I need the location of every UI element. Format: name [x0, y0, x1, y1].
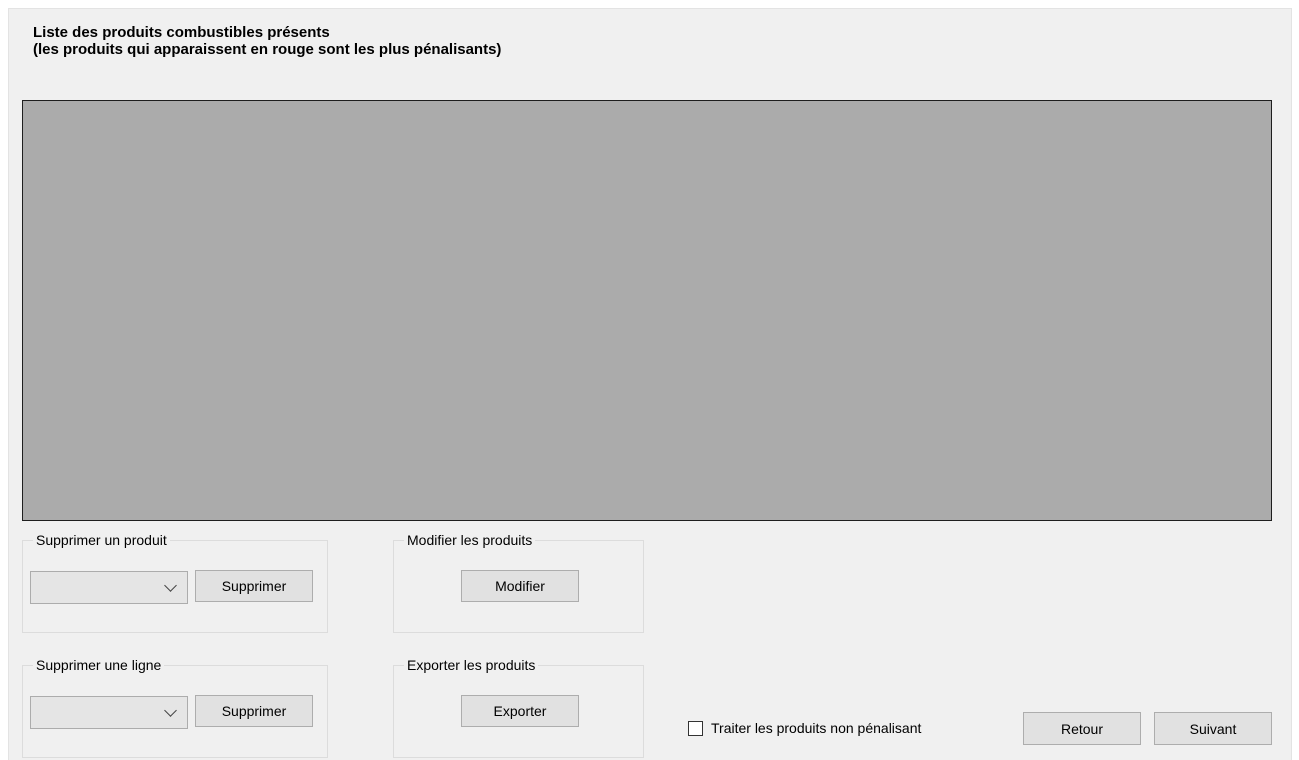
products-grid[interactable] — [22, 100, 1272, 521]
export-products-group-title: Exporter les produits — [404, 657, 539, 674]
delete-line-select[interactable] — [30, 696, 188, 729]
modify-products-group-title: Modifier les produits — [404, 532, 536, 549]
delete-line-button[interactable]: Supprimer — [195, 695, 313, 727]
non-penalizing-option[interactable]: Traiter les produits non pénalisant — [688, 720, 921, 736]
chevron-down-icon — [164, 579, 177, 592]
export-button[interactable]: Exporter — [461, 695, 579, 727]
title-line-2: (les produits qui apparaissent en rouge … — [33, 41, 502, 58]
delete-product-button[interactable]: Supprimer — [195, 570, 313, 602]
delete-product-select[interactable] — [30, 571, 188, 604]
non-penalizing-label[interactable]: Traiter les produits non pénalisant — [711, 720, 921, 736]
delete-product-group-title: Supprimer un produit — [33, 532, 170, 549]
non-penalizing-checkbox[interactable] — [688, 720, 703, 736]
modify-button[interactable]: Modifier — [461, 570, 579, 602]
delete-line-group-title: Supprimer une ligne — [33, 657, 165, 674]
next-button[interactable]: Suivant — [1154, 712, 1272, 745]
chevron-down-icon — [164, 704, 177, 717]
page-title: Liste des produits combustibles présents… — [33, 24, 501, 58]
title-line-1: Liste des produits combustibles présents — [33, 24, 330, 41]
back-button[interactable]: Retour — [1023, 712, 1141, 745]
